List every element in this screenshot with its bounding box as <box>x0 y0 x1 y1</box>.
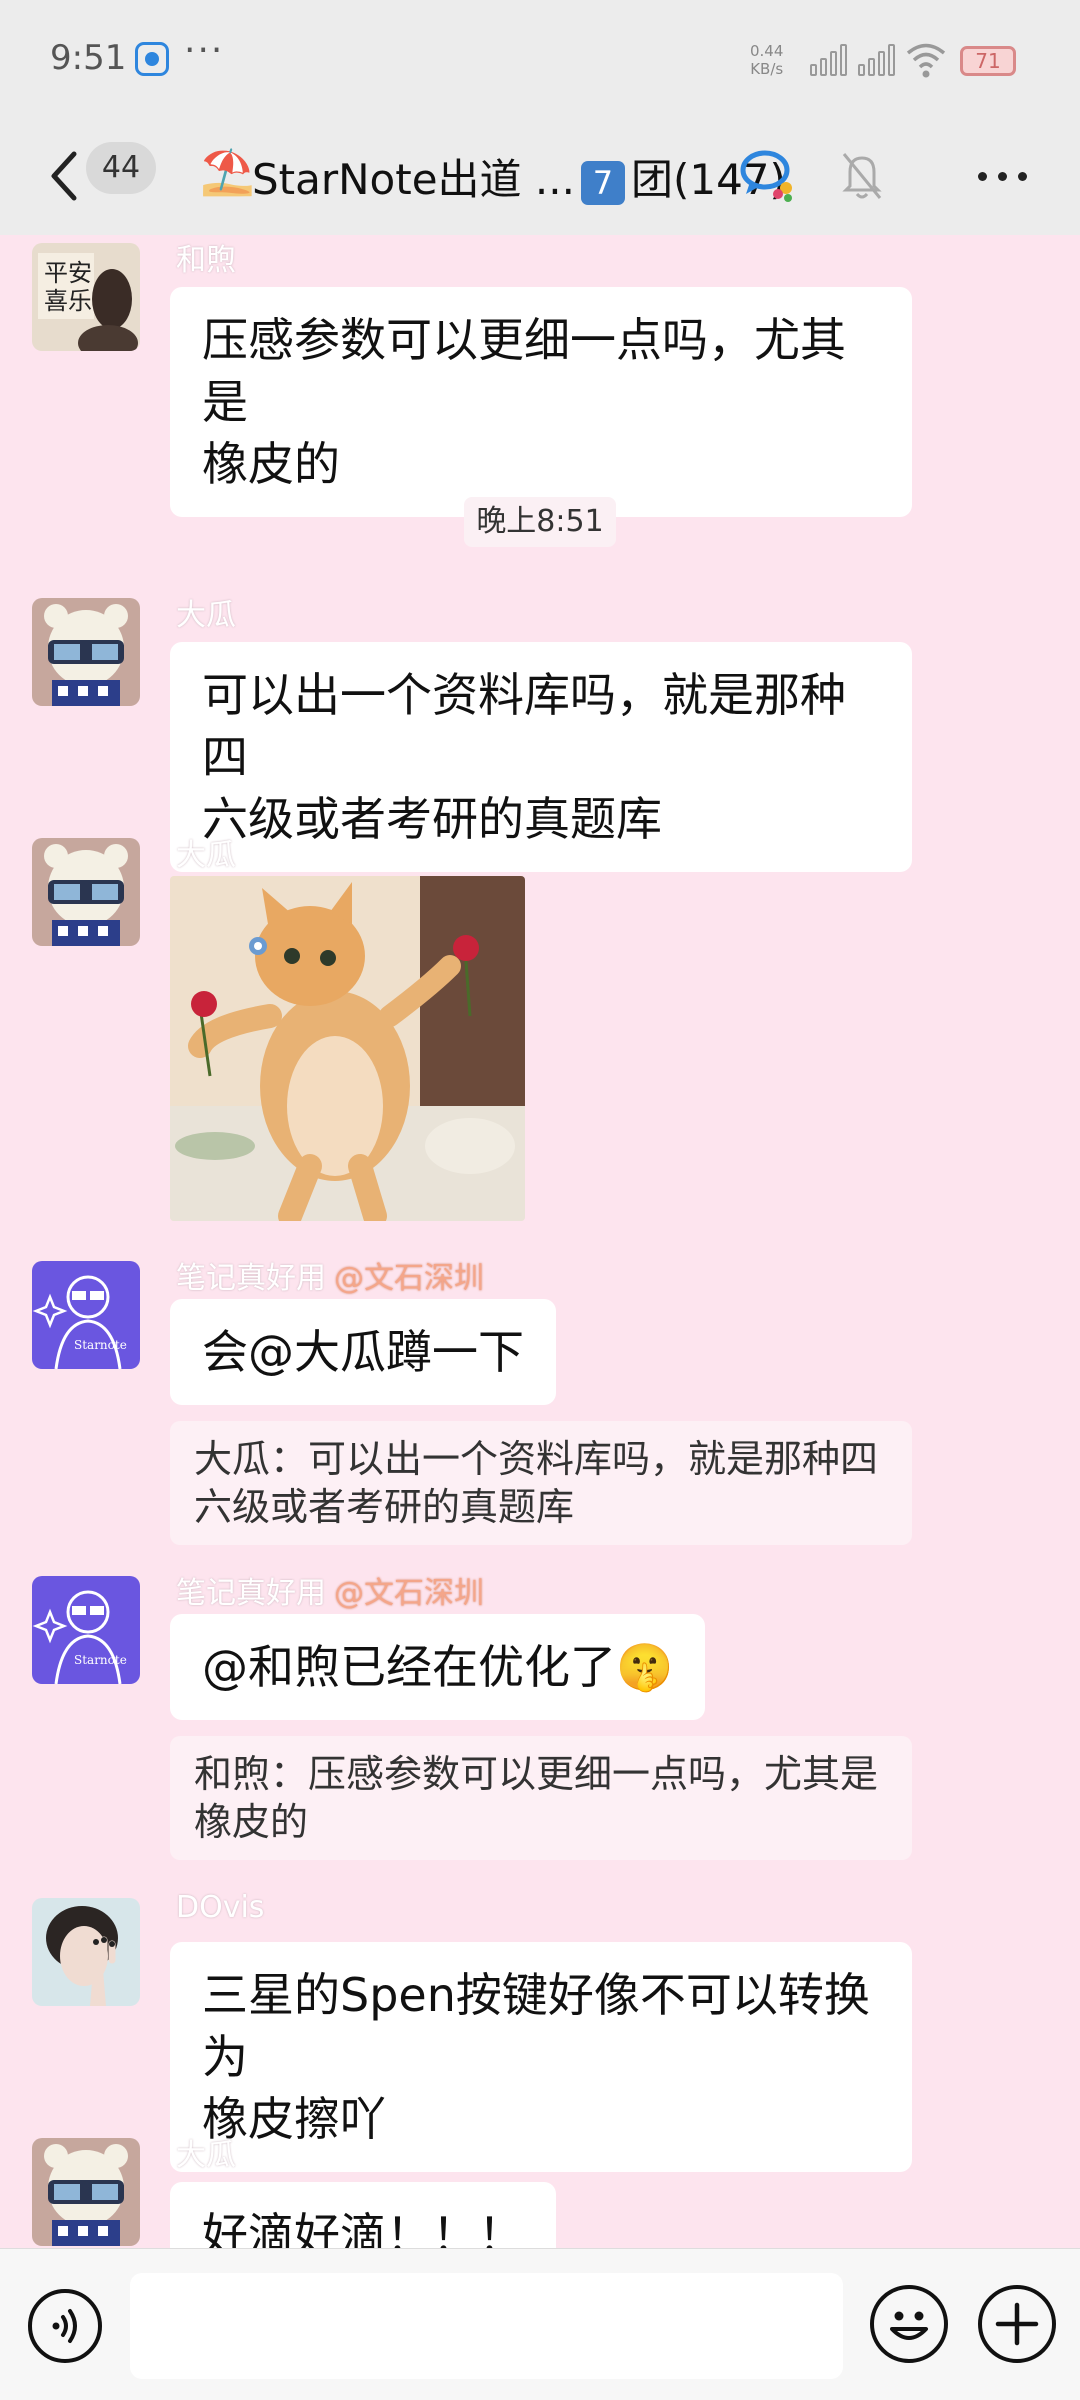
message-text-line: 压感参数可以更细一点吗，尤其是 <box>202 313 846 429</box>
voice-icon <box>52 2309 77 2343</box>
sender-role-tag: @文石深圳 <box>334 1261 484 1296</box>
sender-name: 和煦 <box>176 243 236 278</box>
message-item: 大瓜 好滴好滴！！！ <box>0 2130 1080 2248</box>
sender-role-tag: @文石深圳 <box>334 1576 484 1611</box>
quote-text-line: 大瓜：可以出一个资料库吗，就是那种四 <box>194 1437 879 1481</box>
sender-name: 笔记真好用 @文石深圳 <box>176 1568 484 1612</box>
sender-name: 大瓜 <box>176 598 236 633</box>
message-item: DOvis 三星的Spen按键好像不可以转换为 橡皮擦吖 <box>0 1890 1080 2172</box>
svg-text:Starnote: Starnote <box>74 1338 127 1352</box>
svg-text:Starnote: Starnote <box>74 1653 127 1667</box>
time-divider: 晚上8:51 <box>464 497 616 547</box>
message-item: 平安 喜乐 和煦 压感参数可以更细一点吗，尤其是 橡皮的 <box>0 235 1080 517</box>
quote-text-line: 橡皮的 <box>194 1800 309 1844</box>
more-notifications-icon: ··· <box>184 30 225 71</box>
beach-umbrella-icon: ⛱️ <box>200 147 255 198</box>
svg-text:平安: 平安 <box>44 259 92 287</box>
message-text-line: 可以出一个资料库吗，就是那种四 <box>202 668 846 784</box>
notification-app-icon <box>135 42 169 76</box>
signal-1-icon <box>810 44 847 76</box>
avatar[interactable]: Starnote <box>32 1261 140 1369</box>
plus-button[interactable] <box>978 2285 1056 2363</box>
chat-bubble-icon[interactable] <box>738 144 798 204</box>
svg-text:喜乐: 喜乐 <box>44 287 92 315</box>
sender-name-text: 笔记真好用 <box>176 1261 326 1296</box>
cat-sticker-image[interactable] <box>170 876 525 1221</box>
message-text-line: 橡皮的 <box>202 437 340 491</box>
unread-count-badge[interactable]: 44 <box>86 142 156 194</box>
sender-name: 大瓜 <box>176 2138 236 2173</box>
message-text-line: 三星的Spen按键好像不可以转换为 <box>202 1968 870 2084</box>
chevron-left-icon[interactable] <box>44 148 84 204</box>
message-bubble[interactable]: 好滴好滴！！！ <box>170 2182 556 2248</box>
avatar[interactable] <box>32 2138 140 2246</box>
sender-name: 大瓜 <box>176 838 236 873</box>
message-item: 大瓜 可以出一个资料库吗，就是那种四 六级或者考研的真题库 <box>0 590 1080 872</box>
status-bar: 9:51 ··· 0.44 KB/s 71 <box>0 0 1080 120</box>
group-title[interactable]: StarNote出道 ... 7 团(147) <box>252 146 786 207</box>
voice-button[interactable] <box>28 2289 102 2363</box>
network-speed: 0.44 KB/s <box>750 42 783 78</box>
status-time: 9:51 <box>50 38 127 78</box>
quote-text-line: 和煦：压感参数可以更细一点吗，尤其是 <box>194 1752 879 1796</box>
emoji-button[interactable] <box>870 2285 948 2363</box>
avatar[interactable] <box>32 598 140 706</box>
message-item: 大瓜 <box>0 830 1080 1230</box>
avatar[interactable]: Starnote <box>32 1576 140 1684</box>
number-badge: 7 <box>580 160 625 205</box>
battery-indicator: 71 <box>960 46 1016 76</box>
message-bubble[interactable]: @和煦已经在优化了🤫 <box>170 1614 706 1720</box>
network-speed-unit: KB/s <box>750 60 784 78</box>
input-bar <box>0 2248 1080 2400</box>
message-input[interactable] <box>130 2273 843 2379</box>
avatar[interactable] <box>32 1898 140 2006</box>
network-speed-value: 0.44 <box>750 42 784 60</box>
avatar[interactable] <box>32 838 140 946</box>
message-item: Starnote 笔记真好用 @文石深圳 会@大瓜蹲一下 大瓜：可以出一个资料库吗… <box>0 1253 1080 1553</box>
message-bubble[interactable]: 会@大瓜蹲一下 <box>170 1299 556 1405</box>
more-dots-icon[interactable] <box>978 172 1027 181</box>
group-title-prefix: StarNote出道 ... <box>252 155 575 204</box>
plus-icon <box>995 2302 1039 2346</box>
smiley-icon <box>890 2311 928 2340</box>
chat-message-list[interactable]: 平安 喜乐 和煦 压感参数可以更细一点吗，尤其是 橡皮的 晚上8:51 大瓜 可… <box>0 235 1080 2248</box>
message-bubble[interactable]: 压感参数可以更细一点吗，尤其是 橡皮的 <box>170 287 912 517</box>
chat-header: 44 ⛱️ StarNote出道 ... 7 团(147) <box>0 120 1080 235</box>
message-item: Starnote 笔记真好用 @文石深圳 @和煦已经在优化了🤫 和煦：压感参数可以… <box>0 1568 1080 1868</box>
quote-text-line: 六级或者考研的真题库 <box>194 1485 575 1529</box>
sender-name: DOvis <box>176 1890 265 1925</box>
sender-name-text: 笔记真好用 <box>176 1576 326 1611</box>
sender-name: 笔记真好用 @文石深圳 <box>176 1253 484 1297</box>
bell-muted-icon[interactable] <box>840 150 884 202</box>
quoted-message[interactable]: 和煦：压感参数可以更细一点吗，尤其是 橡皮的 <box>170 1736 912 1860</box>
quoted-message[interactable]: 大瓜：可以出一个资料库吗，就是那种四 六级或者考研的真题库 <box>170 1421 912 1545</box>
signal-2-icon <box>858 44 895 76</box>
avatar[interactable]: 平安 喜乐 <box>32 243 140 351</box>
wifi-icon <box>906 43 946 78</box>
